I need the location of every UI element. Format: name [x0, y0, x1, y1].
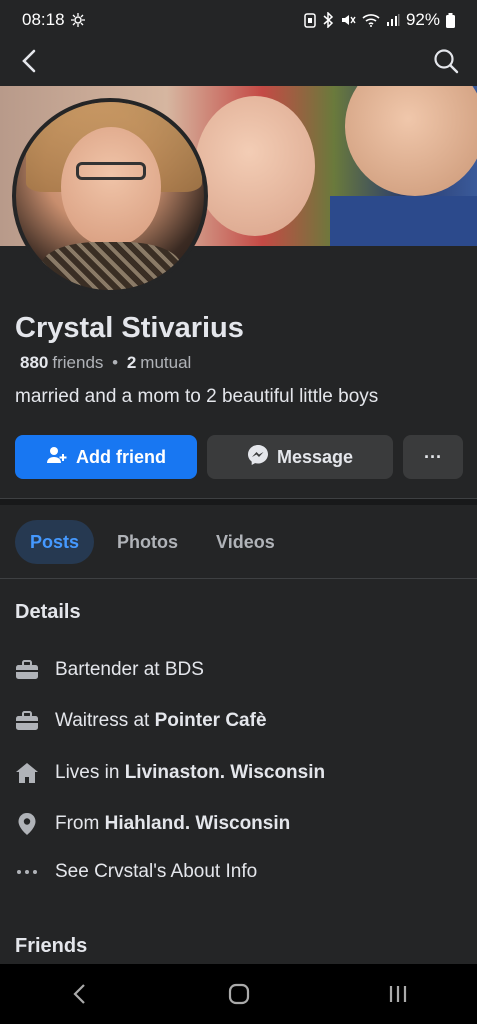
more-options-button[interactable]: ··· [403, 435, 463, 479]
tabs-divider [0, 578, 477, 579]
battery-icon [446, 12, 455, 28]
mute-icon [340, 12, 356, 28]
mutual-count: 2 [126, 353, 137, 372]
status-bar: 08:18 92% [0, 0, 477, 40]
friends-count: 880 [20, 353, 49, 372]
bluetooth-icon [322, 12, 334, 28]
briefcase-icon [15, 709, 39, 733]
detail-bold[interactable]: Hiahland. Wisconsin [105, 813, 291, 834]
profile-bio: married and a mom to 2 beautiful little … [15, 386, 379, 407]
detail-text: Bartender at BDS [55, 659, 204, 680]
detail-text: From [55, 813, 105, 834]
see-about-info-label: See Crvstal's About Info [55, 861, 258, 882]
friends-label: friends [52, 353, 104, 372]
see-about-info-link[interactable]: See Crvstal's About Info [15, 860, 257, 884]
battery-percent: 92% [405, 10, 440, 29]
detail-work-2: Waitress at Pointer Cafè [15, 709, 267, 733]
location-pin-icon [15, 812, 39, 836]
wifi-icon [362, 13, 380, 27]
message-button[interactable]: Message [207, 435, 393, 479]
details-title: Details [15, 601, 81, 623]
nfc-icon [304, 12, 316, 28]
detail-from: From Hiahland. Wisconsin [15, 812, 290, 836]
separator-dot: • [107, 353, 123, 372]
message-label: Message [276, 446, 354, 467]
top-nav [0, 40, 477, 86]
messenger-icon [247, 444, 269, 471]
briefcase-icon [15, 658, 39, 682]
back-arrow-icon[interactable] [18, 48, 40, 79]
detail-work-1: Bartender at BDS [15, 658, 204, 682]
profile-tabs: Posts Photos Videos [15, 520, 290, 564]
detail-text: Lives in [55, 762, 125, 783]
add-friend-label: Add friend [76, 446, 166, 467]
system-recents-button[interactable] [368, 974, 428, 1014]
status-time: 08:18 [22, 10, 65, 29]
friends-section-title: Friends [15, 935, 88, 957]
detail-text: Waitress at [55, 710, 155, 731]
system-home-button[interactable] [209, 974, 269, 1014]
add-person-icon [46, 445, 68, 470]
tab-photos[interactable]: Photos [102, 520, 193, 564]
ellipsis-icon [15, 860, 39, 884]
settings-gear-icon [70, 13, 85, 27]
system-nav-bar [0, 964, 477, 1024]
detail-bold[interactable]: Livinaston. Wisconsin [125, 762, 325, 783]
add-friend-button[interactable]: Add friend [15, 435, 197, 479]
profile-avatar[interactable] [12, 98, 208, 294]
section-divider [0, 498, 477, 505]
home-icon [15, 761, 39, 785]
friend-counts[interactable]: 880 friends • 2 mutual [20, 353, 191, 373]
system-back-button[interactable] [50, 974, 110, 1014]
signal-icon [386, 13, 400, 27]
mutual-label: mutual [140, 353, 192, 372]
tab-posts[interactable]: Posts [15, 520, 95, 564]
detail-lives-in: Lives in Livinaston. Wisconsin [15, 761, 325, 785]
profile-name: Crystal Stivarius [15, 312, 244, 344]
search-icon[interactable] [433, 48, 459, 79]
tab-videos[interactable]: Videos [201, 520, 290, 564]
detail-bold[interactable]: Pointer Cafè [155, 710, 267, 731]
more-dots-icon: ··· [424, 446, 442, 467]
